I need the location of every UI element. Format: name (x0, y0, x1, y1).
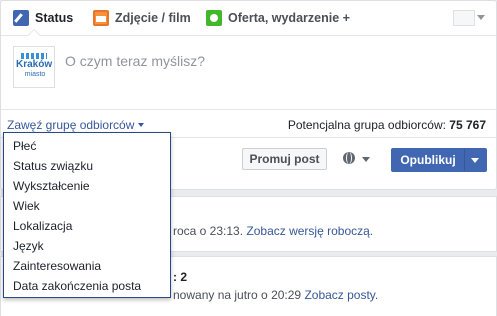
pencil-icon (13, 10, 29, 26)
menu-item-gender[interactable]: Płeć (13, 139, 36, 153)
chevron-down-icon[interactable] (477, 15, 485, 20)
tab-offer-event[interactable]: Oferta, wydarzenie + (206, 1, 350, 35)
page-identity-icon[interactable] (453, 10, 475, 26)
tab-status-label: Status (35, 11, 74, 25)
avatar-logo-subtext: miasto (24, 71, 46, 78)
publish-label: Opublikuj (400, 153, 456, 167)
publish-divider (464, 149, 465, 171)
promote-post-button[interactable]: Promuj post (242, 148, 327, 170)
privacy-caret-icon[interactable] (362, 157, 370, 162)
avatar-logo-text: Kraków (16, 59, 53, 70)
view-posts-link[interactable]: Zobacz posty. (304, 288, 378, 302)
narrow-audience-label: Zawęź grupę odbiorców (7, 118, 135, 132)
page-avatar[interactable]: Kraków miasto (13, 46, 55, 88)
menu-item-location[interactable]: Lokalizacja (13, 219, 72, 233)
draft-notice-text: roca o 23:13. Zobacz wersję roboczą. (173, 224, 373, 238)
tab-event-label: Oferta, wydarzenie + (228, 11, 350, 25)
draft-notice-body: roca o 23:13. (173, 224, 244, 238)
potential-audience: Potencjalna grupa odbiorców: 75 767 (288, 118, 486, 132)
menu-item-interests[interactable]: Zainteresowania (13, 259, 101, 273)
tab-photo-label: Zdjęcie / film (115, 11, 191, 25)
potential-audience-value: 75 767 (449, 118, 486, 132)
potential-audience-label: Potencjalna grupa odbiorców: (287, 118, 446, 132)
caret-down-icon (138, 123, 145, 127)
scheduled-text: nowany na jutro o 20:29 Zobacz posty. (173, 288, 378, 302)
narrow-audience-link[interactable]: Zawęź grupę odbiorców (7, 118, 145, 132)
globe-icon[interactable] (343, 152, 355, 164)
event-icon (206, 10, 222, 26)
menu-item-age[interactable]: Wiek (13, 199, 40, 213)
menu-item-relationship[interactable]: Status związku (13, 159, 93, 173)
composer-tabbar: Status Zdjęcie / film Oferta, wydarzenie… (1, 1, 496, 36)
publish-options-caret-icon[interactable] (471, 158, 479, 163)
view-draft-link[interactable]: Zobacz wersję roboczą. (246, 224, 373, 238)
status-input[interactable]: O czym teraz myślisz? (65, 53, 205, 69)
tab-status[interactable]: Status (13, 1, 74, 36)
menu-item-end-date[interactable]: Data zakończenia posta (13, 279, 141, 293)
scheduled-title: : 2 (173, 270, 188, 284)
menu-item-language[interactable]: Język (13, 239, 44, 253)
publish-button[interactable]: Opublikuj (391, 148, 487, 172)
photo-icon (93, 10, 109, 26)
menu-item-education[interactable]: Wykształcenie (13, 179, 90, 193)
scheduled-body: nowany na jutro o 20:29 (173, 288, 302, 302)
tab-photo-video[interactable]: Zdjęcie / film (93, 1, 191, 35)
audience-dropdown-menu: Płeć Status związku Wykształcenie Wiek L… (3, 132, 171, 298)
